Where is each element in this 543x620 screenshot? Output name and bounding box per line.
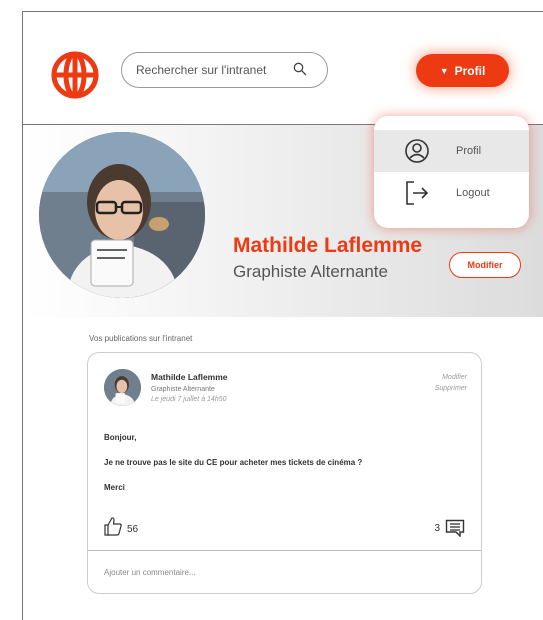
post-author-avatar[interactable] (104, 369, 141, 406)
comment-input[interactable] (104, 563, 464, 581)
card-divider (88, 550, 481, 551)
delete-post-link[interactable]: Supprimer (435, 383, 467, 394)
comment-icon (445, 519, 465, 537)
menu-item-profile-label: Profil (456, 145, 482, 157)
profile-menu-button[interactable]: ▼ Profil (416, 54, 509, 87)
publications-section-label: Vos publications sur l'intranet (89, 334, 193, 343)
post-author-role: Graphiste Alternante (151, 386, 215, 393)
comments-button[interactable]: 3 (434, 519, 465, 537)
profile-dropdown-menu: Profil Logout (374, 116, 529, 228)
like-count: 56 (127, 523, 139, 535)
like-button[interactable]: 56 (103, 516, 138, 536)
profile-button-label: Profil (454, 63, 486, 78)
post-body: Bonjour, Je ne trouve pas le site du CE … (104, 433, 362, 508)
header: ▼ Profil (23, 12, 543, 125)
menu-item-logout-label: Logout (456, 187, 490, 199)
search-icon[interactable] (293, 62, 307, 76)
post-actions: Modifier Supprimer (435, 372, 467, 394)
post-greeting: Bonjour, (104, 433, 137, 442)
modify-profile-button[interactable]: Modifier (449, 252, 521, 278)
search-bar[interactable] (121, 52, 328, 88)
globe-logo-icon[interactable] (50, 50, 100, 100)
post-date: Le jeudi 7 juillet à 14h50 (151, 396, 227, 403)
user-circle-icon (405, 139, 429, 163)
comment-count: 3 (434, 522, 440, 534)
profile-name: Mathilde Laflemme (233, 234, 423, 257)
edit-post-link[interactable]: Modifier (435, 372, 467, 383)
logout-icon (406, 181, 429, 205)
post-author-photo (104, 369, 141, 406)
menu-item-logout[interactable]: Logout (374, 172, 529, 214)
post-author-name[interactable]: Mathilde Laflemme (151, 372, 228, 382)
menu-item-profile[interactable]: Profil (374, 130, 529, 172)
caret-down-icon: ▼ (439, 65, 449, 76)
profile-avatar (39, 132, 205, 298)
post-card: Mathilde Laflemme Graphiste Alternante L… (87, 352, 482, 594)
post-signoff: Merci (104, 483, 125, 492)
thumbs-up-icon (104, 517, 122, 536)
profile-photo (39, 132, 205, 298)
post-message: Je ne trouve pas le site du CE pour ache… (104, 458, 363, 467)
app-frame: ▼ Profil Mathilde Laflemme Graphiste Alt… (22, 11, 543, 620)
search-input[interactable] (136, 53, 286, 87)
profile-role: Graphiste Alternante (233, 262, 388, 281)
